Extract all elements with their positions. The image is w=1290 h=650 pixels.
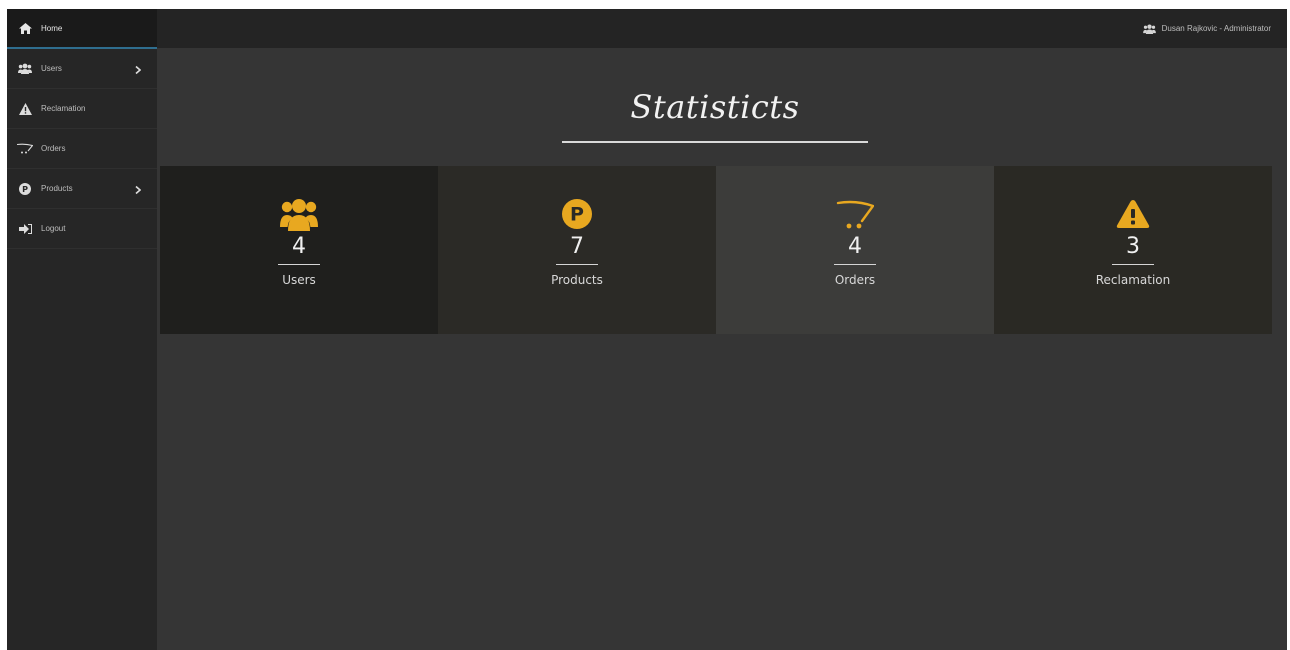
stat-label: Products [551,273,603,287]
chevron-right-icon [135,59,142,78]
home-icon [17,21,33,35]
stat-value: 4 [292,234,306,259]
sidebar-item-label: Users [41,64,62,73]
cart-icon [835,196,875,232]
stat-card-orders[interactable]: 4 Orders [716,166,994,334]
stat-label: Users [282,273,316,287]
product-p-icon: P [17,182,33,196]
stat-divider [834,264,876,265]
sidebar: Home Users Reclamation Orders P Products… [7,9,157,650]
stat-label: Reclamation [1095,273,1171,287]
sidebar-item-label: Products [41,184,73,193]
sidebar-item-reclamation[interactable]: Reclamation [7,89,157,129]
title-underline [562,141,868,143]
cart-icon [17,142,33,156]
stat-divider [278,264,320,265]
stat-value: 4 [848,234,862,259]
users-icon [1142,19,1156,38]
svg-text:P: P [570,204,584,226]
top-bar: Dusan Rajkovic - Administrator [157,9,1287,48]
user-name: Dusan Rajkovic - Administrator [1161,24,1271,33]
sidebar-item-label: Home [41,23,63,33]
chevron-right-icon [135,179,142,198]
users-icon [17,62,33,76]
warning-icon [1113,196,1153,232]
sidebar-item-users[interactable]: Users [7,49,157,89]
warning-icon [17,102,33,116]
sidebar-item-label: Orders [41,144,66,153]
user-menu[interactable]: Dusan Rajkovic - Administrator [1142,9,1271,48]
product-p-icon: P [557,196,597,232]
sidebar-item-home[interactable]: Home [7,9,157,49]
stat-card-users[interactable]: 4 Users [160,166,438,334]
svg-text:P: P [22,185,28,194]
stat-value: 3 [1126,234,1140,259]
sidebar-item-label: Logout [41,224,66,233]
users-icon [279,196,319,232]
sidebar-item-orders[interactable]: Orders [7,129,157,169]
sidebar-item-label: Reclamation [41,104,86,113]
stat-value: 7 [570,234,584,259]
stats-cards: 4 Users P 7 Products 4 Orders 3 Reclamat… [160,166,1272,334]
stat-card-reclamation[interactable]: 3 Reclamation [994,166,1272,334]
stat-divider [556,264,598,265]
page-title: Statisticts [630,88,800,126]
sidebar-item-logout[interactable]: Logout [7,209,157,249]
logout-icon [17,222,33,236]
stat-divider [1112,264,1154,265]
stat-label: Orders [834,273,876,287]
stat-card-products[interactable]: P 7 Products [438,166,716,334]
sidebar-item-products[interactable]: P Products [7,169,157,209]
